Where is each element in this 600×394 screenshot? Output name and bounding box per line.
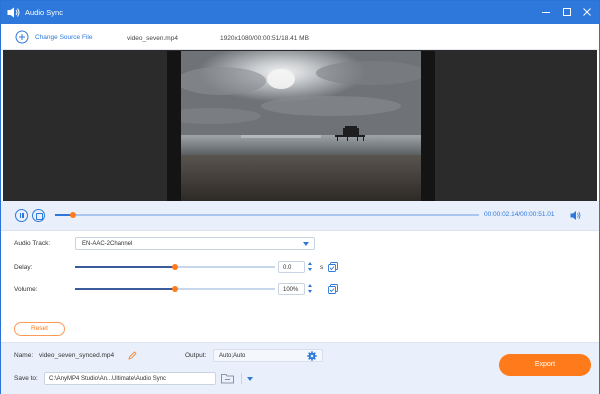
volume-label: Volume:	[14, 286, 38, 293]
output-format-value: Auto;Auto	[219, 353, 246, 359]
maximize-icon[interactable]	[560, 5, 574, 19]
volume-input[interactable]: 100%	[278, 283, 305, 295]
playback-progress-track[interactable]	[55, 212, 479, 218]
folder-icon[interactable]	[221, 373, 234, 384]
change-source-button[interactable]: Change Source File	[15, 30, 92, 44]
save-to-label: Save to:	[14, 375, 38, 382]
save-path-select[interactable]: C:\AnyMP4 Studio\An...Ultimate\Audio Syn…	[44, 372, 253, 385]
chevron-down-icon[interactable]	[241, 373, 259, 384]
delay-label: Delay:	[14, 264, 33, 271]
reset-button[interactable]: Reset	[14, 322, 65, 336]
delay-slider[interactable]	[75, 264, 275, 270]
change-source-label: Change Source File	[35, 33, 93, 41]
save-path-value: C:\AnyMP4 Studio\An...Ultimate\Audio Syn…	[49, 376, 167, 382]
volume-icon[interactable]	[570, 210, 582, 221]
volume-slider-fill	[75, 288, 175, 290]
edit-pencil-icon[interactable]	[128, 351, 137, 360]
audio-track-value: EN-AAC-2Channel	[82, 241, 133, 247]
delay-stepper[interactable]	[307, 261, 314, 273]
name-label: Name:	[14, 352, 34, 359]
stop-button[interactable]	[32, 209, 45, 222]
audio-track-select[interactable]: EN-AAC-2Channel	[75, 237, 315, 250]
delay-slider-fill	[75, 266, 175, 268]
audio-sync-window: Audio Sync Change Source File video_seve…	[0, 0, 600, 394]
sync-settings-panel: Audio Track: EN-AAC-2Channel Delay: 0.0 …	[1, 231, 599, 342]
volume-slider[interactable]	[75, 286, 275, 292]
audio-track-label: Audio Track:	[14, 240, 51, 247]
pause-button[interactable]	[15, 209, 28, 222]
delay-input[interactable]: 0.0	[278, 261, 305, 273]
playback-progress-knob[interactable]	[69, 212, 76, 218]
apply-delay-icon[interactable]	[328, 262, 338, 272]
gear-icon[interactable]	[307, 351, 317, 361]
window-title: Audio Sync	[25, 8, 63, 17]
apply-volume-icon[interactable]	[328, 284, 338, 294]
video-preview-image	[181, 51, 421, 201]
audio-sync-app-icon	[7, 7, 20, 18]
add-circle-icon	[15, 30, 29, 44]
delay-slider-knob[interactable]	[172, 264, 178, 270]
playback-timecode: 00:00:02.14/00:00:51.01	[484, 211, 555, 218]
output-label: Output:	[185, 352, 207, 359]
export-button[interactable]: Export	[499, 354, 591, 376]
volume-stepper[interactable]	[307, 283, 314, 295]
source-file-info: 1920x1080/00:00:51/18.41 MB	[220, 35, 309, 42]
volume-slider-knob[interactable]	[172, 286, 178, 292]
source-file-name: video_seven.mp4	[127, 35, 178, 42]
file-toolbar: Change Source File video_seven.mp4 1920x…	[1, 24, 599, 50]
playback-bar: 00:00:02.14/00:00:51.01	[1, 201, 599, 231]
volume-value: 100%	[283, 287, 299, 293]
close-icon[interactable]	[580, 5, 594, 19]
title-bar: Audio Sync	[1, 1, 599, 24]
video-frame	[167, 51, 435, 201]
chevron-down-icon	[303, 242, 309, 246]
video-preview-area	[3, 50, 597, 201]
delay-unit: s	[320, 264, 324, 271]
output-file-name: video_seven_synced.mp4	[39, 352, 115, 359]
output-bar: Name: video_seven_synced.mp4 Output: Aut…	[1, 342, 599, 394]
minimize-icon[interactable]	[539, 5, 553, 19]
delay-value: 0.0	[283, 265, 292, 271]
